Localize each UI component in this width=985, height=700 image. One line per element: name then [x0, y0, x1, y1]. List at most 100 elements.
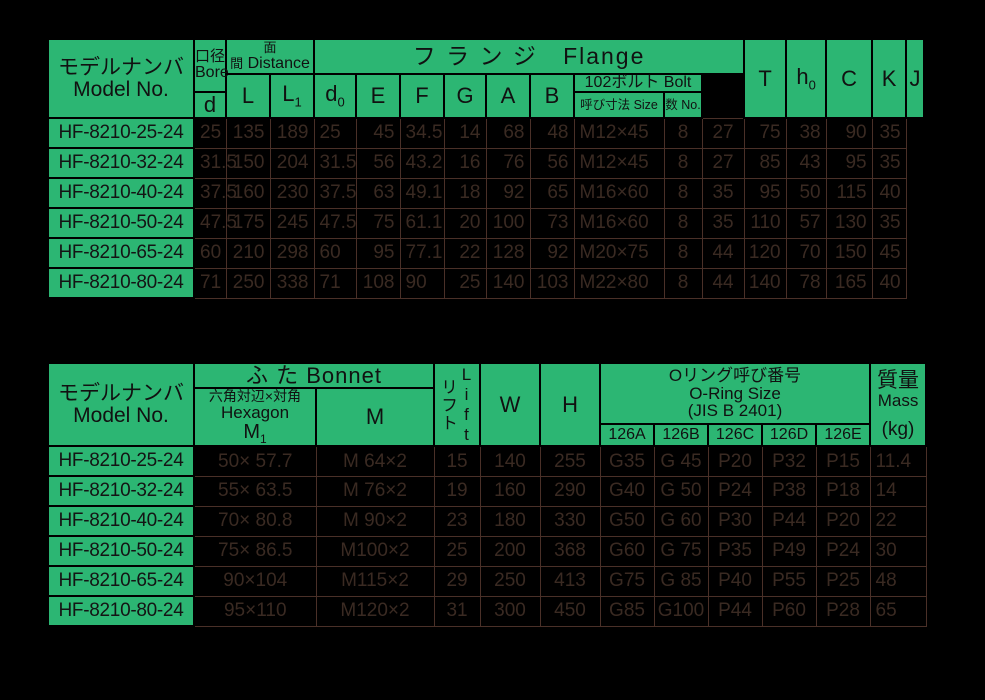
cell-bolt_size: M12×45 [573, 117, 665, 149]
cell-bolt_no: 8 [663, 237, 703, 269]
cell-h0: 95 [743, 177, 787, 209]
cell-T: 35 [701, 177, 745, 209]
cell-F: 43.2 [399, 147, 445, 179]
t1-col-K-header: K [871, 37, 908, 120]
model-number-cell: HF-8210-80-24 [47, 267, 195, 300]
cell-C: 78 [785, 267, 827, 299]
cell-F: 90 [399, 267, 445, 299]
cell-o126d: P49 [761, 535, 817, 567]
cell-A: 100 [485, 207, 531, 239]
cell-C: 43 [785, 147, 827, 179]
cell-F: 77.1 [399, 237, 445, 269]
cell-o126d: P55 [761, 565, 817, 597]
cell-B: 92 [529, 237, 575, 269]
cell-lift: 15 [433, 445, 481, 477]
cell-E: 63 [355, 177, 401, 209]
cell-A: 68 [485, 117, 531, 149]
cell-o126d: P60 [761, 595, 817, 627]
cell-W: 140 [479, 445, 541, 477]
cell-G: 14 [443, 117, 487, 149]
cell-A: 92 [485, 177, 531, 209]
t2-col-126B-header: 126B [653, 423, 710, 448]
cell-W: 200 [479, 535, 541, 567]
cell-m: M120×2 [315, 595, 435, 627]
cell-o126a: G40 [599, 475, 655, 507]
cell-J: 35 [871, 207, 907, 239]
lift-label-jp: リフト [438, 377, 458, 432]
cell-K: 95 [825, 147, 873, 179]
cell-L: 160 [225, 177, 271, 209]
cell-h0: 120 [743, 237, 787, 269]
cell-m: M 76×2 [315, 475, 435, 507]
cell-m: M100×2 [315, 535, 435, 567]
table-row: HF-8210-50-24 75× 86.5 M100×2 25 200 368 G60 G … [47, 535, 927, 568]
cell-o126d: P38 [761, 475, 817, 507]
table-row: HF-8210-50-24 47.5 175 245 47.5 75 61.1 20 100 73… [47, 207, 924, 240]
t2-col-M-header: M [314, 387, 436, 448]
cell-h0: 85 [743, 147, 787, 179]
cell-o126e: P24 [815, 535, 871, 567]
t1-body: HF-8210-25-24 25 135 189 25 45 34.5 14 68 48 M12×4… [47, 117, 924, 300]
cell-o126b: G 85 [653, 565, 709, 597]
cell-A: 128 [485, 237, 531, 269]
cell-T: 35 [701, 207, 745, 239]
cell-G: 16 [443, 147, 487, 179]
cell-o126e: P20 [815, 505, 871, 537]
table-row: HF-8210-65-24 90×104 M115×2 29 250 413 G75 G 85… [47, 565, 927, 598]
t1-header-row-1: モデルナンバ Model No. 口径 Bore 面間 Distance フ ラ… [47, 37, 925, 120]
cell-G: 18 [443, 177, 487, 209]
t1-col-B-header: B [529, 72, 575, 120]
t1-col-C-header: C [825, 37, 874, 120]
cell-H: 413 [539, 565, 601, 597]
cell-m: M 90×2 [315, 505, 435, 537]
cell-m: M 64×2 [315, 445, 435, 477]
model-number-cell: HF-8210-25-24 [47, 117, 195, 150]
cell-m1: 75× 86.5 [193, 535, 317, 567]
lift-label-en: Lift [457, 364, 477, 445]
cell-o126b: G 45 [653, 445, 709, 477]
cell-lift: 29 [433, 565, 481, 597]
model-number-cell: HF-8210-80-24 [47, 595, 195, 628]
model-number-cell: HF-8210-25-24 [47, 445, 195, 478]
t2-body: HF-8210-25-24 50× 57.7 M 64×2 15 140 255 G35 G … [47, 445, 927, 628]
cell-L1: 230 [269, 177, 315, 209]
cell-H: 368 [539, 535, 601, 567]
t1-col-L1-header: L1 [269, 72, 315, 120]
cell-o126e: P15 [815, 445, 871, 477]
cell-o126e: P28 [815, 595, 871, 627]
cell-m: M115×2 [315, 565, 435, 597]
t1-model-header: モデルナンバ Model No. [47, 37, 195, 120]
cell-K: 150 [825, 237, 873, 269]
model-number-cell: HF-8210-50-24 [47, 535, 195, 568]
model-number-cell: HF-8210-32-24 [47, 147, 195, 180]
cell-d: 31.5 [193, 147, 237, 179]
cell-B: 103 [529, 267, 575, 299]
cell-d: 25 [193, 117, 227, 149]
cell-bolt_no: 8 [663, 117, 703, 149]
cell-o126c: P35 [707, 535, 763, 567]
cell-T: 44 [701, 267, 745, 299]
cell-m1: 55× 63.5 [193, 475, 317, 507]
cell-J: 35 [871, 147, 907, 179]
cell-K: 130 [825, 207, 873, 239]
cell-mass: 14 [869, 475, 927, 507]
cell-mass: 65 [869, 595, 927, 627]
cell-T: 44 [701, 237, 745, 269]
cell-d0: 60 [313, 237, 357, 269]
cell-W: 250 [479, 565, 541, 597]
cell-W: 180 [479, 505, 541, 537]
t2-group-bonnet: ふ た Bonnet [192, 361, 436, 390]
table-row: HF-8210-80-24 95×110 M120×2 31 300 450 G85 G100… [47, 595, 927, 628]
cell-T: 27 [701, 147, 745, 179]
cell-J: 45 [871, 237, 907, 269]
cell-h0: 110 [743, 207, 787, 239]
t1-col-L-header: L [225, 72, 271, 120]
cell-o126a: G50 [599, 505, 655, 537]
cell-B: 56 [529, 147, 575, 179]
cell-B: 65 [529, 177, 575, 209]
cell-lift: 31 [433, 595, 481, 627]
cell-lift: 25 [433, 535, 481, 567]
t2-col-126E-header: 126E [815, 423, 872, 448]
bonnet-oring-mass-table: モデルナンバ Model No. ふ た Bonnet リフト Lift W H… [47, 361, 928, 628]
cell-h0: 140 [743, 267, 787, 299]
